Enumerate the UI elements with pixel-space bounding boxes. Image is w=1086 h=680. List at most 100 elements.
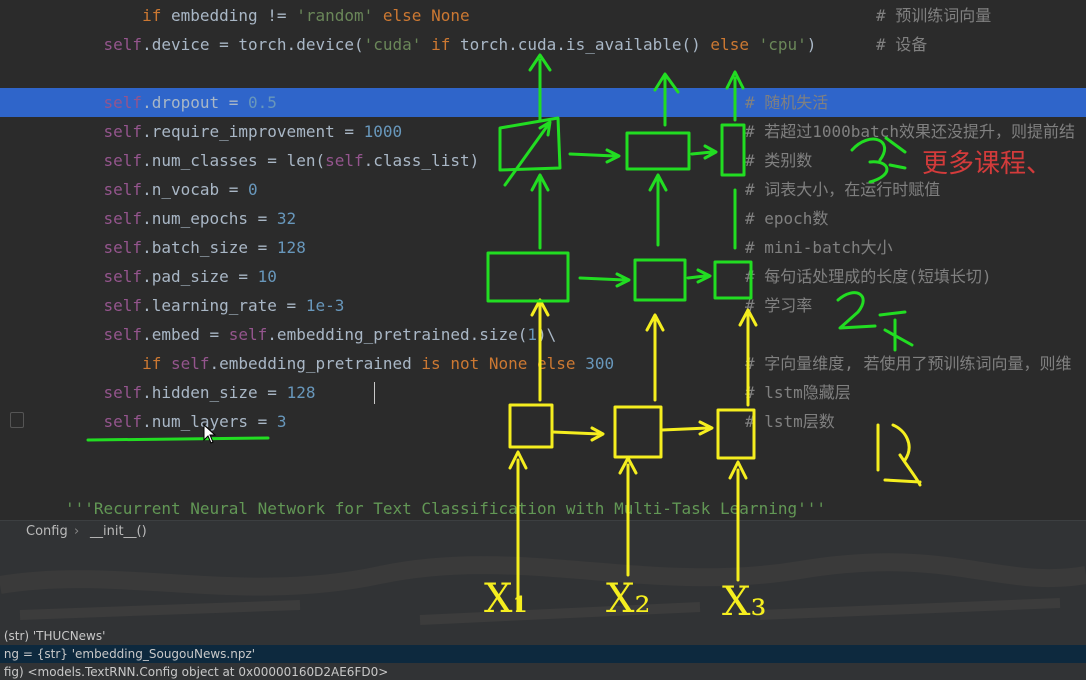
code-comment: # lstm隐藏层 [745,383,851,402]
breadcrumb: Config › __init__() [0,520,1086,545]
code-token: 1 [527,325,538,344]
code-token: .learning_rate = [142,296,306,315]
code-text: self.device = torch.device('cuda' if tor… [65,30,817,59]
code-token: if [142,354,171,373]
breadcrumb-class[interactable]: Config [26,524,68,539]
code-line[interactable]: self.pad_size = 10 # 每句话处理成的长度(短填长切) [0,262,1086,291]
code-token: .batch_size = [142,238,277,257]
code-token: .hidden_size = [142,383,287,402]
code-comment: # mini-batch大小 [745,238,893,257]
code-line[interactable]: self.hidden_size = 128 # lstm隐藏层 [0,378,1086,407]
fold-marker-icon[interactable] [10,412,24,428]
debug-variable-row[interactable]: ng = {str} 'embedding_SougouNews.npz' [0,645,1086,663]
code-token: torch.cuda.is_available() [459,35,711,54]
code-comment: # 类别数 [745,151,813,170]
code-token: .embed = [142,325,229,344]
code-token: .device = torch.device( [142,35,364,54]
code-token: .pad_size = [142,267,258,286]
code-token: 300 [585,354,615,373]
code-line[interactable]: self.learning_rate = 1e-3 # 学习率 [0,291,1086,320]
code-token: != [267,6,297,25]
promo-watermark: 更多课程、 [922,149,1053,179]
code-token: if [431,35,460,54]
code-token: 3 [276,412,287,431]
code-line[interactable]: self.require_improvement = 1000 # 若超过1000… [0,117,1086,146]
code-comment: # 预训练词向量 [876,6,992,25]
code-text: self.require_improvement = 1000 [65,117,403,146]
code-line[interactable]: if self.embedding_pretrained is not None… [0,349,1086,378]
code-text: if self.embedding_pretrained is not None… [65,349,614,378]
code-text: self.num_classes = len(self.class_list) [65,146,480,175]
code-comment: # lstm层数 [745,412,835,431]
code-token: .require_improvement = [142,122,364,141]
code-line[interactable]: self.device = torch.device('cuda' if tor… [0,30,1086,59]
code-token: self [103,267,143,286]
code-line[interactable] [0,465,1086,494]
code-token: 0 [248,180,258,199]
code-text: self.dropout = 0.5 [65,88,277,117]
code-token: self [228,325,268,344]
code-line[interactable]: self.batch_size = 128 # mini-batch大小 [0,233,1086,262]
code-line[interactable]: if embedding != 'random' else None # 预训练词… [0,1,1086,30]
code-comment: # 随机失活 [745,93,829,112]
code-comment: # 设备 [876,35,928,54]
text-caret [374,382,375,404]
code-token: 128 [276,238,306,257]
code-text: if embedding != 'random' else None [65,1,470,30]
code-line[interactable]: self.embed = self.embedding_pretrained.s… [0,320,1086,349]
code-token: self [103,180,143,199]
code-editor[interactable]: if embedding != 'random' else None # 预训练词… [0,0,1086,520]
code-text: self.hidden_size = 128 [65,378,316,407]
code-token: 32 [276,209,297,228]
code-token: self [103,238,143,257]
code-token: self [170,354,210,373]
code-token: is not None else [421,354,586,373]
code-token: self [103,93,143,112]
debug-panel-background [0,553,1086,625]
code-text: '''Recurrent Neural Network for Text Cla… [65,494,826,520]
debug-variable-row[interactable]: fig) <models.TextRNN.Config object at 0x… [0,663,1086,680]
code-token: self [103,325,143,344]
code-text: self.learning_rate = 1e-3 [65,291,345,320]
code-line[interactable]: self.num_layers = 3 # lstm层数 [0,407,1086,436]
code-comment: # 若超过1000batch效果还没提升，则提前结 [745,122,1075,141]
code-token: 10 [257,267,277,286]
code-token: .embedding_pretrained [209,354,422,373]
code-line[interactable]: self.num_epochs = 32 # epoch数 [0,204,1086,233]
code-comment: # 字向量维度, 若使用了预训练词向量，则维 [745,354,1072,373]
code-line[interactable] [0,59,1086,88]
code-token: 128 [286,383,316,402]
code-token: self [103,412,143,431]
code-token: 'cpu' [758,35,807,54]
code-token: self [325,151,364,170]
code-text: self.pad_size = 10 [65,262,277,291]
code-token: ) [806,35,817,54]
code-text: self.num_layers = 3 [65,407,287,436]
code-token: .class_list) [363,151,480,170]
code-token: 0.5 [248,93,277,112]
breadcrumb-method[interactable]: __init__() [90,524,147,539]
code-line[interactable]: self.dropout = 0.5 # 随机失活 [0,88,1086,117]
code-comment: # 学习率 [745,296,813,315]
code-token: self [103,296,143,315]
debug-variables-panel: (str) 'THUCNews' ng = {str} 'embedding_S… [0,545,1086,680]
code-token: self [103,209,143,228]
code-token: .embedding_pretrained.size( [267,325,528,344]
code-token: embedding [170,6,268,25]
code-text: self.embed = self.embedding_pretrained.s… [65,320,557,349]
code-token: 'random' [296,6,383,25]
code-token: self [103,383,143,402]
code-text: self.batch_size = 128 [65,233,306,262]
code-token: else None [382,6,470,25]
code-comment: # 词表大小，在运行时赋值 [745,180,941,199]
code-line[interactable]: '''Recurrent Neural Network for Text Cla… [0,494,1086,520]
code-text: self.num_epochs = 32 [65,204,297,233]
code-token: )\ [537,325,557,344]
code-line[interactable] [0,436,1086,465]
code-token: 'cuda' [363,35,432,54]
code-token: 1000 [363,122,403,141]
breadcrumb-separator: › [74,524,80,539]
debug-variable-row[interactable]: (str) 'THUCNews' [0,627,1086,645]
code-token: .n_vocab = [142,180,249,199]
code-token: .num_epochs = [142,209,277,228]
